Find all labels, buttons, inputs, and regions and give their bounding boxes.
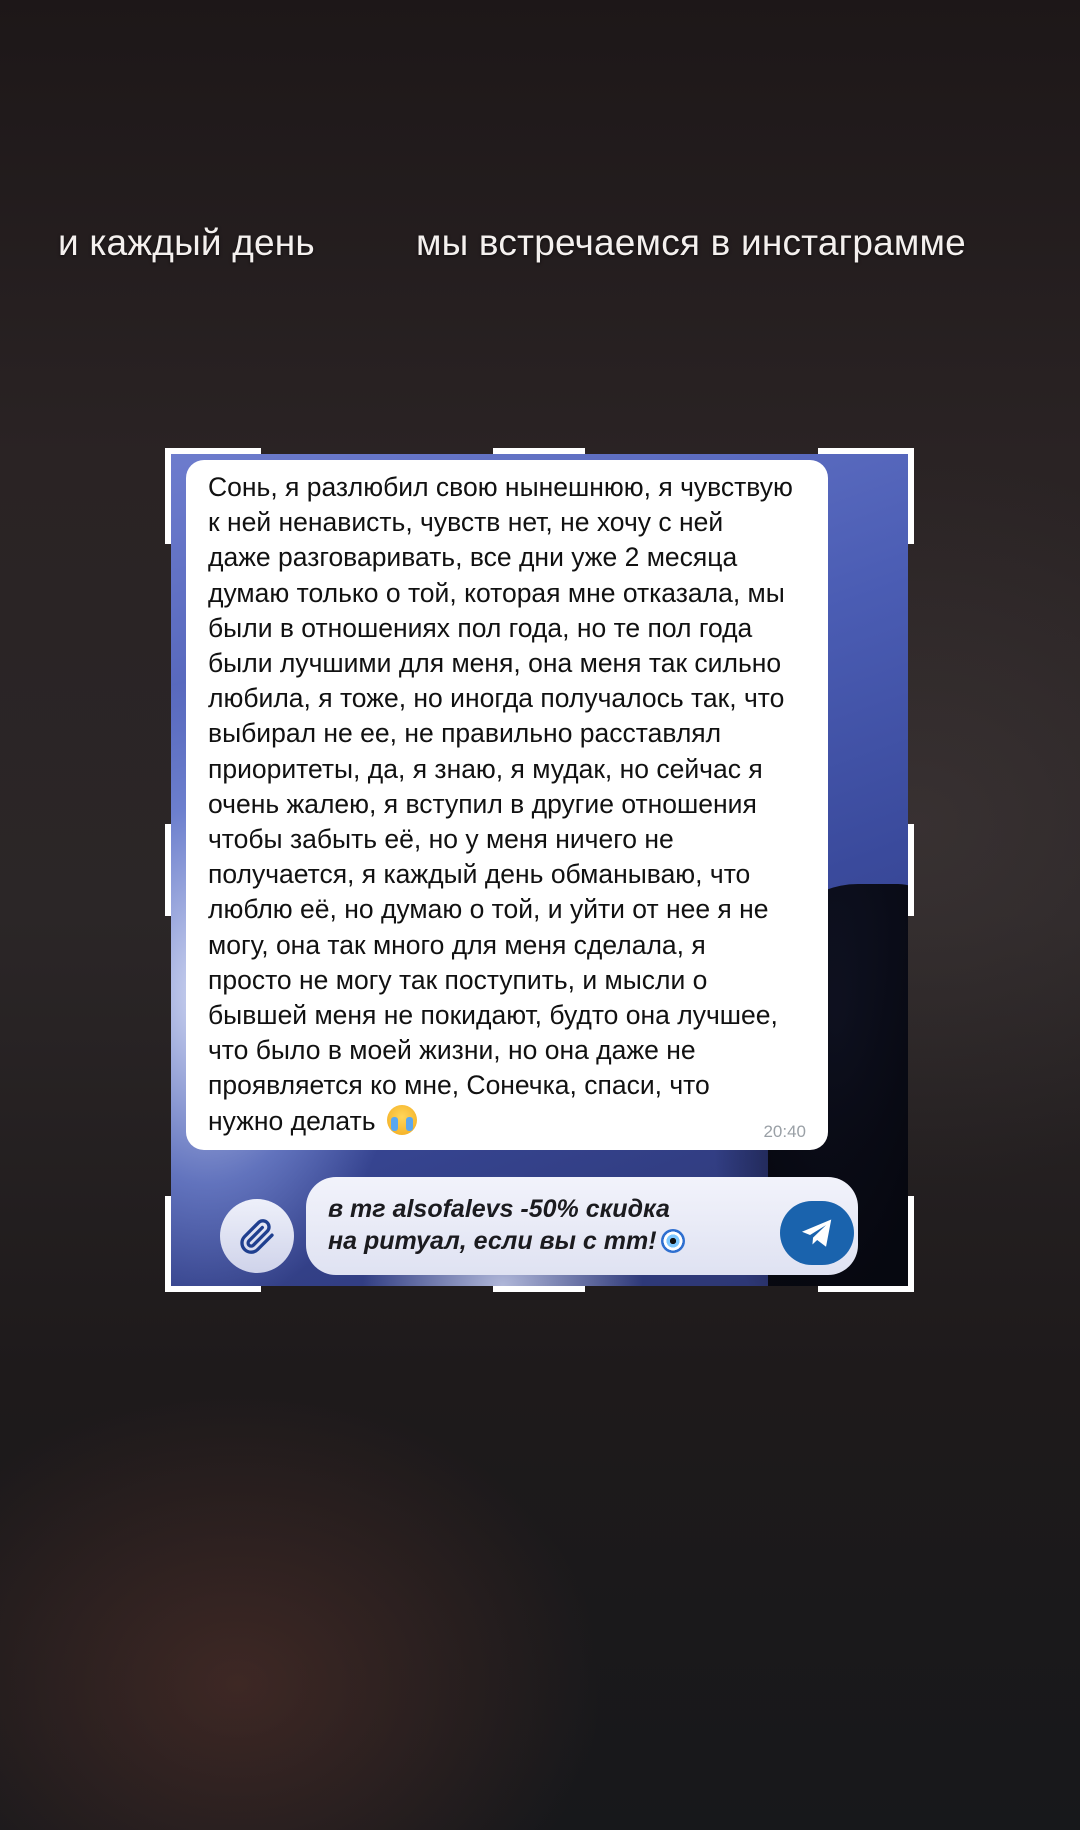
crop-handle-bottom[interactable]	[493, 1286, 585, 1292]
crop-handle-top[interactable]	[493, 448, 585, 454]
caption-left: и каждый день	[58, 222, 315, 263]
paperclip-icon	[240, 1219, 274, 1254]
crop-handle-right[interactable]	[908, 824, 914, 916]
message-input-field[interactable]: в тг alsofalevs -50% скидка на ритуал, е…	[306, 1177, 858, 1275]
message-timestamp: 20:40	[763, 1122, 806, 1141]
nazar-amulet-emoji-icon	[660, 1229, 685, 1253]
send-button[interactable]	[780, 1201, 854, 1265]
attach-button[interactable]	[220, 1199, 294, 1273]
send-icon	[801, 1219, 832, 1247]
crying-face-emoji-icon	[386, 1104, 417, 1135]
message-input-bar: в тг alsofalevs -50% скидка на ритуал, е…	[218, 1175, 860, 1275]
input-text: в тг alsofalevs -50% скидка на ритуал, е…	[328, 1195, 670, 1255]
message-bubble[interactable]: Сонь, я разлюбил свою нынешнюю, я чувств…	[186, 460, 828, 1150]
crop-handle-left[interactable]	[165, 824, 171, 916]
crop-handle-top-right[interactable]	[818, 448, 914, 544]
message-text: Сонь, я разлюбил свою нынешнюю, я чувств…	[208, 472, 793, 1136]
caption-right: мы встречаемся в инстаграмме	[416, 222, 966, 263]
